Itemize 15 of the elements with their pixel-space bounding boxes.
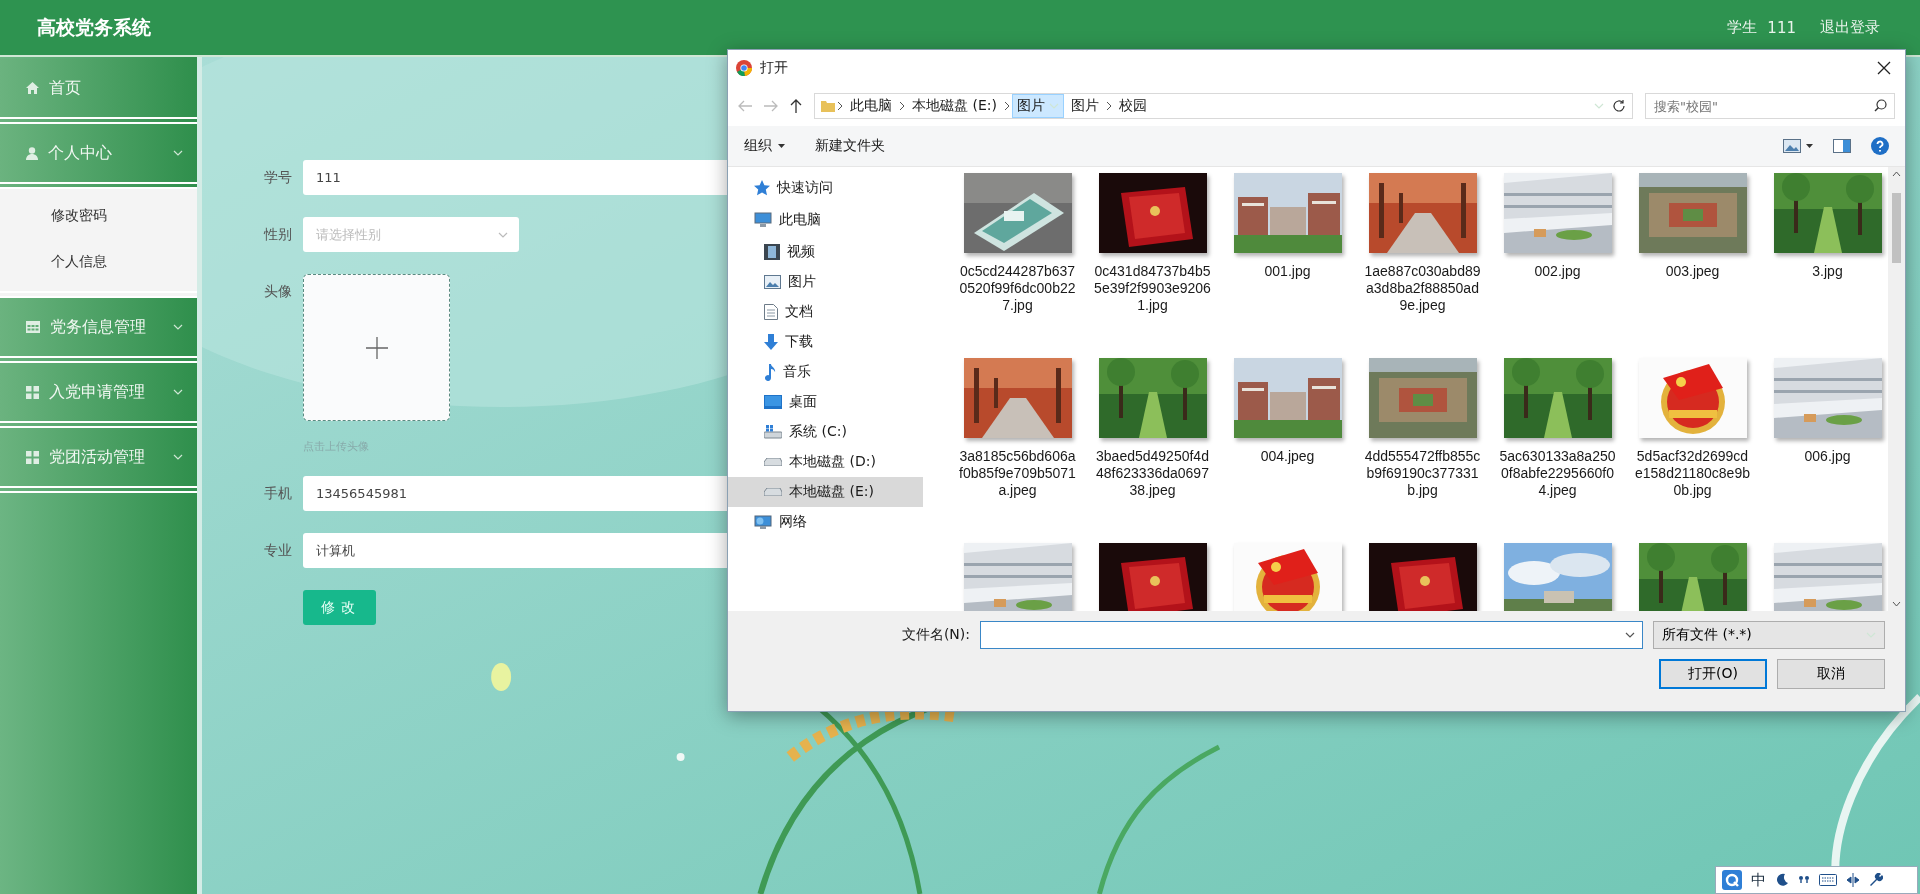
grid-icon xyxy=(26,450,39,464)
chevron-icon xyxy=(173,454,183,460)
sidebar-submenu-item[interactable]: 修改密码 xyxy=(0,193,197,239)
table-icon xyxy=(26,321,40,333)
chevron-icon xyxy=(173,324,183,330)
chevron-icon xyxy=(173,150,183,156)
sidebar-submenu-item[interactable]: 个人信息 xyxy=(0,239,197,285)
user-role: 学生 xyxy=(1727,18,1758,37)
user-name: 111 xyxy=(1767,18,1796,37)
app-title: 高校党务系统 xyxy=(37,14,151,40)
chevron-icon xyxy=(173,389,183,395)
home-icon xyxy=(26,82,39,94)
grid-icon xyxy=(26,385,39,399)
user-icon xyxy=(26,146,38,160)
logout-link[interactable]: 退出登录 xyxy=(1820,18,1880,37)
